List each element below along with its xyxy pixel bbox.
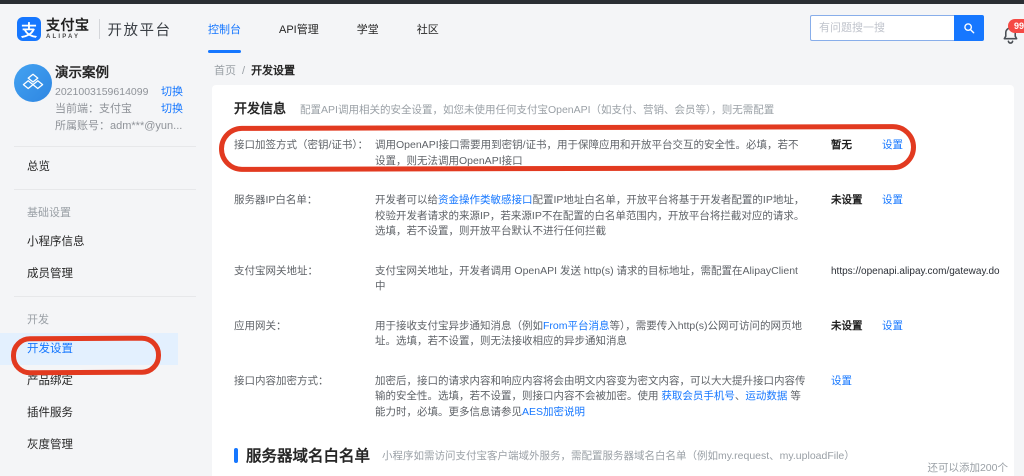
section-title-dev-info: 开发信息 [234, 98, 286, 117]
breadcrumb-current: 开发设置 [251, 65, 295, 77]
section-title-domain-whitelist: 服务器域名白名单 [246, 444, 370, 466]
row-content-encryption: 接口内容加密方式： 加密后，接口的请求内容和响应内容将会由明文内容变为密文内容，… [234, 374, 992, 421]
set-app-gateway-link[interactable]: 设置 [882, 319, 903, 350]
sidebar-item-product-binding[interactable]: 产品绑定 [0, 365, 210, 397]
row-label: 支付宝网关地址： [234, 264, 375, 295]
client-label: 当前端：支付宝 [55, 101, 132, 118]
remaining-quota-text: 还可以添加200个 [927, 460, 1008, 475]
section-accent-bar [234, 448, 238, 463]
sidebar-section-development: 开发 [0, 307, 210, 333]
row-desc: 调用OpenAPI接口需要用到密钥/证书，用于保障应用和开放平台交互的安全性。必… [375, 138, 807, 169]
search-button[interactable] [954, 15, 984, 41]
search-input[interactable] [810, 15, 954, 41]
status-badge: 暂无 [831, 138, 882, 169]
sidebar-item-members[interactable]: 成员管理 [0, 258, 210, 290]
row-sign-method: 接口加签方式（密钥/证书）： 调用OpenAPI接口需要用到密钥/证书，用于保障… [234, 138, 992, 169]
dev-settings-card: 开发信息 配置API调用相关的安全设置，如您未使用任何支付宝OpenAPI（如支… [212, 85, 1014, 476]
sports-data-link[interactable]: 运动数据 [745, 390, 787, 402]
top-nav: 控制台 API管理 学堂 社区 [208, 4, 439, 56]
breadcrumb-home[interactable]: 首页 [214, 65, 236, 77]
nav-tab-api-management[interactable]: API管理 [279, 4, 319, 56]
diamond-knot-icon [21, 71, 45, 95]
row-label: 应用网关： [234, 319, 375, 350]
divider [14, 189, 196, 190]
row-label: 接口加签方式（密钥/证书）： [234, 138, 375, 169]
set-ip-whitelist-link[interactable]: 设置 [882, 193, 903, 240]
brand-name-en: ALIPAY [46, 33, 90, 41]
get-member-phone-link[interactable]: 获取会员手机号 [661, 390, 735, 402]
row-desc: 加密后，接口的请求内容和响应内容将会由明文内容变为密文内容，可以大大提升接口内容… [375, 374, 807, 421]
section-subtitle-dev-info: 配置API调用相关的安全设置，如您未使用任何支付宝OpenAPI（如支付、营销、… [300, 102, 774, 117]
row-label: 服务器IP白名单： [234, 193, 375, 240]
alipay-logo-icon: 支 [17, 17, 41, 41]
divider [14, 146, 196, 147]
browser-top-strip [0, 0, 1024, 4]
app-info-card: 演示案例 2021003159614099 切换 当前端：支付宝 切换 所属账号… [0, 56, 210, 135]
row-desc: 开发者可以给资金操作类敏感接口配置IP地址白名单，开放平台将基于开发者配置的IP… [375, 193, 807, 240]
sidebar-menu: 总览 基础设置 小程序信息 成员管理 开发 开发设置 产品绑定 插件服务 灰度管… [0, 151, 210, 461]
sidebar-item-dev-settings[interactable]: 开发设置 [0, 333, 178, 365]
app-name: 演示案例 [55, 64, 183, 82]
status-badge: 未设置 [831, 193, 882, 240]
row-ip-whitelist: 服务器IP白名单： 开发者可以给资金操作类敏感接口配置IP地址白名单，开放平台将… [234, 193, 992, 240]
from-platform-message-link[interactable]: From平台消息 [543, 320, 610, 332]
sidebar-item-overview[interactable]: 总览 [0, 151, 210, 183]
domain-whitelist-section: 服务器域名白名单 小程序如需访问支付宝客户端域外服务，需配置服务器域名白名单（例… [234, 444, 992, 476]
product-title: 开放平台 [108, 19, 172, 40]
row-app-gateway: 应用网关： 用于接收支付宝异步通知消息（例如From平台消息等），需要传入htt… [234, 319, 992, 350]
nav-tab-console[interactable]: 控制台 [208, 4, 241, 56]
section-subtitle-domain-whitelist: 小程序如需访问支付宝客户端域外服务，需配置服务器域名白名单（例如my.reque… [382, 448, 855, 463]
app-info-text: 演示案例 2021003159614099 切换 当前端：支付宝 切换 所属账号… [55, 64, 183, 135]
search-bar [810, 15, 984, 41]
divider [14, 296, 196, 297]
row-gateway: 支付宝网关地址： 支付宝网关地址，开发者调用 OpenAPI 发送 http(s… [234, 264, 992, 295]
row-desc: 支付宝网关地址，开发者调用 OpenAPI 发送 http(s) 请求的目标地址… [375, 264, 807, 295]
brand-name-cn: 支付宝 [46, 18, 90, 33]
breadcrumb: 首页 / 开发设置 [210, 56, 1024, 80]
sensitive-api-link[interactable]: 资金操作类敏感接口 [438, 194, 533, 206]
row-label: 接口内容加密方式： [234, 374, 375, 421]
sidebar-item-plugin-service[interactable]: 插件服务 [0, 397, 210, 429]
status-badge: 未设置 [831, 319, 882, 350]
set-encryption-link[interactable]: 设置 [831, 374, 852, 421]
gateway-url: https://openapi.alipay.com/gateway.do [831, 264, 1000, 295]
set-sign-method-link[interactable]: 设置 [882, 138, 903, 169]
sidebar-item-gray-release[interactable]: 灰度管理 [0, 429, 210, 461]
aes-doc-link[interactable]: AES加密说明 [522, 406, 585, 418]
search-icon [962, 21, 976, 35]
app-id: 2021003159614099 [55, 84, 148, 101]
switch-client-link[interactable]: 切换 [161, 101, 183, 118]
nav-tab-school[interactable]: 学堂 [357, 4, 379, 56]
main-content: 首页 / 开发设置 开发信息 配置API调用相关的安全设置，如您未使用任何支付宝Op… [210, 56, 1024, 476]
nav-tab-community[interactable]: 社区 [417, 4, 439, 56]
sidebar: 演示案例 2021003159614099 切换 当前端：支付宝 切换 所属账号… [0, 56, 210, 476]
brand-names: 支付宝 ALIPAY [46, 18, 90, 41]
switch-app-link[interactable]: 切换 [161, 84, 183, 101]
row-desc: 用于接收支付宝异步通知消息（例如From平台消息等），需要传入http(s)公网… [375, 319, 807, 350]
sidebar-section-basic-settings: 基础设置 [0, 200, 210, 226]
breadcrumb-separator: / [242, 65, 245, 77]
header: 支 支付宝 ALIPAY 开放平台 控制台 API管理 学堂 社区 99 [0, 4, 1024, 56]
sidebar-item-miniapp-info[interactable]: 小程序信息 [0, 226, 210, 258]
notification-count-badge: 99 [1008, 19, 1024, 33]
account-label: 所属账号：adm***@yun... [55, 118, 182, 135]
app-avatar [14, 64, 52, 102]
dev-info-rows: 接口加签方式（密钥/证书）： 调用OpenAPI接口需要用到密钥/证书，用于保障… [234, 138, 992, 420]
divider [99, 19, 100, 39]
brand-logo: 支 支付宝 ALIPAY 开放平台 [17, 17, 172, 41]
